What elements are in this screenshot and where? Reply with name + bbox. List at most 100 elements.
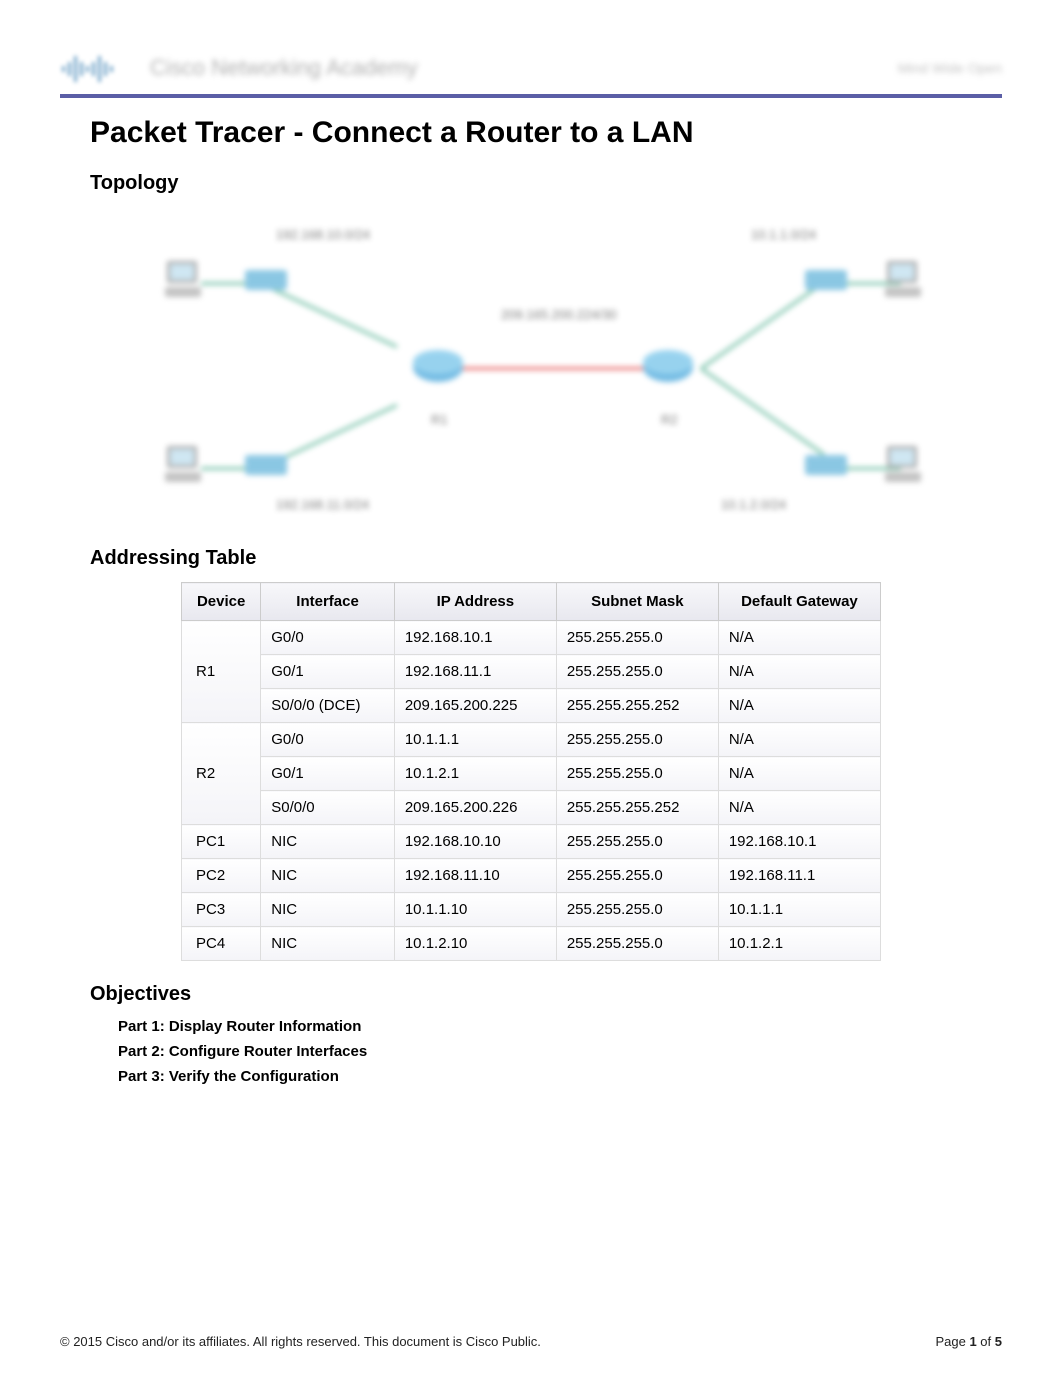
table-cell: G0/0 [261,723,395,757]
topology-label: 209.165.200.224/30 [501,307,617,322]
table-cell-device: PC3 [182,893,261,927]
table-cell: 192.168.10.1 [394,621,556,655]
table-header: Default Gateway [718,583,880,621]
topology-label: 10.1.1.0/24 [751,227,816,242]
topology-diagram: 192.168.10.0/24 192.168.11.0/24 209.165.… [141,207,921,527]
table-cell: N/A [718,621,880,655]
table-cell: G0/1 [261,655,395,689]
table-header: Interface [261,583,395,621]
table-cell: 255.255.255.0 [556,893,718,927]
table-cell: 209.165.200.225 [394,689,556,723]
table-cell: G0/1 [261,757,395,791]
page-footer: © 2015 Cisco and/or its affiliates. All … [60,1334,1002,1349]
switch-icon [241,447,291,482]
header-left: Cisco Networking Academy [60,48,418,88]
addressing-table: Device Interface IP Address Subnet Mask … [181,582,881,961]
table-cell: N/A [718,689,880,723]
topology-label: 192.168.11.0/24 [276,497,369,512]
objective-item: Part 3: Verify the Configuration [118,1068,1002,1085]
switch-icon [801,262,851,297]
table-cell: 255.255.255.0 [556,927,718,961]
footer-page-total: 5 [995,1334,1002,1349]
table-cell: 192.168.10.1 [718,825,880,859]
table-cell: 255.255.255.0 [556,621,718,655]
page-title: Packet Tracer - Connect a Router to a LA… [90,116,1002,150]
table-cell: 255.255.255.252 [556,689,718,723]
table-cell: 192.168.11.1 [718,859,880,893]
table-cell: 192.168.11.10 [394,859,556,893]
footer-page-of: of [977,1334,995,1349]
table-row: S0/0/0209.165.200.226255.255.255.252N/A [182,791,881,825]
footer-copyright: © 2015 Cisco and/or its affiliates. All … [60,1334,541,1349]
table-cell: 209.165.200.226 [394,791,556,825]
objectives-list: Part 1: Display Router Information Part … [90,1018,1002,1085]
table-row: R2G0/010.1.1.1255.255.255.0N/A [182,723,881,757]
router-icon [641,347,696,387]
table-header: IP Address [394,583,556,621]
switch-icon [241,262,291,297]
topology-label: R1 [431,412,448,427]
page-header: Cisco Networking Academy Mind Wide Open [60,40,1002,98]
table-cell: NIC [261,859,395,893]
table-cell: NIC [261,893,395,927]
table-cell: N/A [718,757,880,791]
table-cell: N/A [718,723,880,757]
table-cell-device: PC1 [182,825,261,859]
table-cell: N/A [718,791,880,825]
table-header: Device [182,583,261,621]
table-cell: 255.255.255.0 [556,825,718,859]
table-cell: 10.1.1.1 [718,893,880,927]
cisco-logo-icon [60,48,130,88]
objective-item: Part 2: Configure Router Interfaces [118,1043,1002,1060]
pc-icon [161,257,206,302]
section-objectives-heading: Objectives [90,983,1002,1006]
header-tagline: Mind Wide Open [898,60,1002,76]
table-cell: 192.168.11.1 [394,655,556,689]
table-cell: 255.255.255.0 [556,723,718,757]
table-cell: NIC [261,927,395,961]
table-row: PC1NIC192.168.10.10255.255.255.0192.168.… [182,825,881,859]
table-cell: 192.168.10.10 [394,825,556,859]
section-addressing-heading: Addressing Table [90,547,1002,570]
footer-page-prefix: Page [935,1334,969,1349]
table-cell-device: R1 [182,621,261,723]
router-icon [411,347,466,387]
topology-label: R2 [661,412,678,427]
table-cell: 255.255.255.0 [556,859,718,893]
table-header-row: Device Interface IP Address Subnet Mask … [182,583,881,621]
header-org-title: Cisco Networking Academy [150,55,418,81]
table-cell: 10.1.2.10 [394,927,556,961]
table-row: PC3NIC10.1.1.10255.255.255.010.1.1.1 [182,893,881,927]
table-row: G0/110.1.2.1255.255.255.0N/A [182,757,881,791]
table-cell: 10.1.1.1 [394,723,556,757]
table-cell: 255.255.255.0 [556,757,718,791]
topology-label: 192.168.10.0/24 [276,227,370,242]
table-row: R1G0/0192.168.10.1255.255.255.0N/A [182,621,881,655]
section-topology-heading: Topology [90,172,1002,195]
table-cell: S0/0/0 (DCE) [261,689,395,723]
objective-item: Part 1: Display Router Information [118,1018,1002,1035]
table-cell: 255.255.255.252 [556,791,718,825]
table-cell: G0/0 [261,621,395,655]
table-cell-device: R2 [182,723,261,825]
switch-icon [801,447,851,482]
table-cell-device: PC4 [182,927,261,961]
table-row: S0/0/0 (DCE)209.165.200.225255.255.255.2… [182,689,881,723]
table-cell: NIC [261,825,395,859]
table-cell: 10.1.2.1 [394,757,556,791]
pc-icon [881,257,926,302]
table-row: G0/1192.168.11.1255.255.255.0N/A [182,655,881,689]
table-cell: 10.1.1.10 [394,893,556,927]
table-row: PC4NIC10.1.2.10255.255.255.010.1.2.1 [182,927,881,961]
pc-icon [881,442,926,487]
table-cell: 255.255.255.0 [556,655,718,689]
table-cell-device: PC2 [182,859,261,893]
pc-icon [161,442,206,487]
footer-page-current: 1 [969,1334,976,1349]
table-cell: N/A [718,655,880,689]
table-header: Subnet Mask [556,583,718,621]
topology-label: 10.1.2.0/24 [721,497,786,512]
table-cell: S0/0/0 [261,791,395,825]
table-row: PC2NIC192.168.11.10255.255.255.0192.168.… [182,859,881,893]
footer-page-number: Page 1 of 5 [935,1334,1002,1349]
